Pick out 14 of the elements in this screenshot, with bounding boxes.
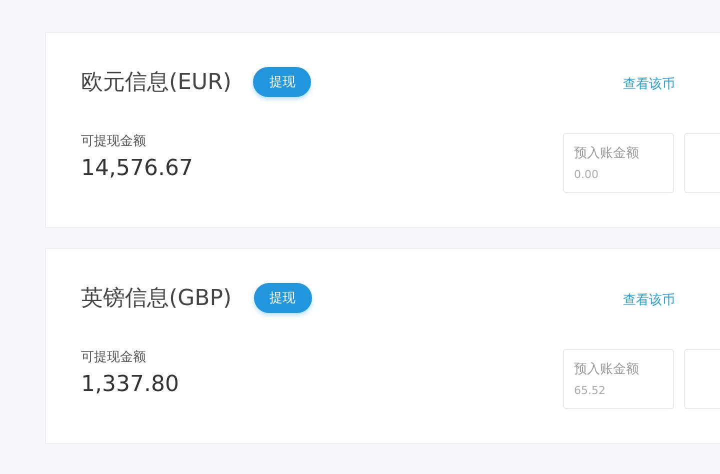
balance-amount: 1,337.80: [81, 372, 180, 397]
pending-label: 预入账金额: [574, 145, 640, 162]
pending-amount: 0.00: [574, 168, 600, 181]
withdraw-button[interactable]: 提现: [253, 67, 312, 97]
withdraw-button[interactable]: 提现: [254, 283, 312, 313]
pending-amount: 65.52: [574, 384, 606, 397]
view-link[interactable]: 查看该币: [623, 75, 675, 93]
pending-label: 预入账金额: [574, 361, 640, 378]
balance-label: 可提现金额: [81, 349, 147, 366]
balance-amount: 14,576.67: [81, 156, 194, 181]
currency-title: 欧元信息(EUR): [81, 69, 232, 97]
view-link[interactable]: 查看该币: [623, 291, 675, 309]
balance-label: 可提现金额: [81, 133, 147, 150]
currency-title: 英镑信息(GBP): [81, 285, 232, 313]
